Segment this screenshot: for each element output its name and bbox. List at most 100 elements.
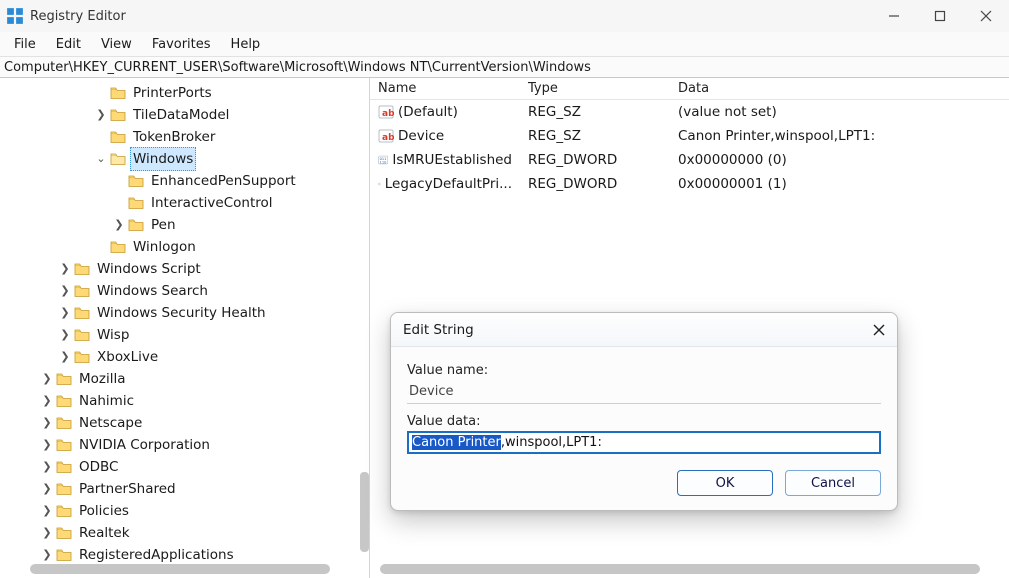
tree-item-label: Pen — [148, 214, 179, 236]
value-name: IsMRUEstablished — [392, 152, 512, 168]
expand-toggle[interactable]: ❯ — [40, 478, 54, 500]
expand-toggle[interactable]: ❯ — [40, 544, 54, 562]
tree-item[interactable]: ❯Nahimic — [0, 390, 369, 412]
expand-toggle[interactable]: ❯ — [58, 324, 72, 346]
string-value-icon: ab — [378, 104, 394, 120]
expand-toggle[interactable]: ❯ — [40, 434, 54, 456]
tree-item[interactable]: ❯ Pen — [0, 214, 369, 236]
list-row[interactable]: 011110LegacyDefaultPri...REG_DWORD0x0000… — [370, 172, 1009, 196]
tree-item[interactable]: ❯ Policies — [0, 500, 369, 522]
cancel-button[interactable]: Cancel — [785, 470, 881, 496]
folder-icon — [56, 526, 72, 540]
folder-icon — [74, 350, 90, 364]
app-title: Registry Editor — [30, 9, 126, 24]
value-data: Canon Printer,winspool,LPT1: — [670, 128, 1009, 144]
minimize-button[interactable] — [871, 0, 917, 32]
dialog-title: Edit String — [403, 322, 474, 338]
expand-toggle[interactable]: ❯ — [94, 104, 108, 126]
tree-item[interactable]: ❯Mozilla — [0, 368, 369, 390]
tree-item[interactable]: ❯Windows Security Health — [0, 302, 369, 324]
tree-item-label: RegisteredApplications — [76, 544, 237, 562]
menubar: File Edit View Favorites Help — [0, 32, 1009, 56]
menu-edit[interactable]: Edit — [48, 35, 89, 54]
tree-item[interactable]: ❯ RegisteredApplications — [0, 544, 369, 562]
tree-item[interactable]: EnhancedPenSupport — [0, 170, 369, 192]
tree-item-label: Windows Search — [94, 280, 211, 302]
tree-item-label: Policies — [76, 500, 132, 522]
value-type: REG_SZ — [520, 128, 670, 144]
column-type[interactable]: Type — [520, 81, 670, 96]
tree-item[interactable]: PrinterPorts — [0, 82, 369, 104]
tree-item-label: PartnerShared — [76, 478, 179, 500]
svg-text:110: 110 — [380, 160, 388, 164]
maximize-button[interactable] — [917, 0, 963, 32]
menu-help[interactable]: Help — [223, 35, 269, 54]
expand-toggle[interactable]: ❯ — [40, 456, 54, 478]
tree-item-label: Netscape — [76, 412, 145, 434]
folder-icon — [56, 504, 72, 518]
expand-toggle[interactable]: ❯ — [40, 500, 54, 522]
menu-view[interactable]: View — [93, 35, 140, 54]
expand-toggle[interactable]: ❯ — [58, 280, 72, 302]
tree-item-label: XboxLive — [94, 346, 161, 368]
tree-item[interactable]: InteractiveControl — [0, 192, 369, 214]
folder-icon — [56, 460, 72, 474]
list-hscrollbar[interactable] — [380, 564, 980, 574]
tree-scrollbar[interactable] — [360, 472, 369, 552]
expand-toggle[interactable]: ❯ — [40, 390, 54, 412]
tree-item[interactable]: ❯NVIDIA Corporation — [0, 434, 369, 456]
tree-hscrollbar[interactable] — [30, 564, 330, 574]
close-button[interactable] — [963, 0, 1009, 32]
ok-button[interactable]: OK — [677, 470, 773, 496]
expand-toggle[interactable]: ❯ — [58, 258, 72, 280]
menu-favorites[interactable]: Favorites — [144, 35, 219, 54]
expand-toggle[interactable]: ❯ — [40, 522, 54, 544]
folder-icon — [74, 262, 90, 276]
tree-item-label: TileDataModel — [130, 104, 232, 126]
titlebar: Registry Editor — [0, 0, 1009, 32]
folder-icon — [74, 328, 90, 342]
tree-item-label: Windows — [130, 147, 196, 171]
tree-item[interactable]: ❯ Windows Search — [0, 280, 369, 302]
list-row[interactable]: ab(Default)REG_SZ(value not set) — [370, 100, 1009, 124]
expand-toggle[interactable]: ❯ — [112, 214, 126, 236]
expand-toggle[interactable]: ❯ — [58, 302, 72, 324]
folder-icon — [56, 394, 72, 408]
tree-item-label: Windows Script — [94, 258, 204, 280]
tree-item[interactable]: ❯Wisp — [0, 324, 369, 346]
folder-icon — [56, 438, 72, 452]
tree-item-label: Realtek — [76, 522, 133, 544]
tree-item[interactable]: ❯ Netscape — [0, 412, 369, 434]
tree-item[interactable]: ❯ Realtek — [0, 522, 369, 544]
tree-item[interactable]: ❯ XboxLive — [0, 346, 369, 368]
menu-file[interactable]: File — [6, 35, 44, 54]
tree-item-label: ODBC — [76, 456, 121, 478]
expand-toggle[interactable]: ⌄ — [94, 148, 108, 170]
tree-pane: PrinterPorts ❯ TileDataModelTokenBroker⌄ Wi… — [0, 78, 370, 578]
folder-icon — [110, 152, 126, 166]
dialog-close-button[interactable] — [873, 324, 885, 336]
svg-text:ab: ab — [382, 109, 394, 119]
value-data-input[interactable]: Canon Printer,winspool,LPT1: — [407, 431, 881, 454]
folder-icon — [110, 240, 126, 254]
column-name[interactable]: Name — [370, 81, 520, 96]
tree-item-label: PrinterPorts — [130, 82, 215, 104]
folder-icon — [128, 218, 144, 232]
tree-item[interactable]: ❯ ODBC — [0, 456, 369, 478]
tree-item-selected[interactable]: ⌄ Windows — [0, 148, 369, 170]
dword-value-icon: 011110 — [378, 152, 388, 168]
tree-item[interactable]: Winlogon — [0, 236, 369, 258]
expand-toggle[interactable]: ❯ — [40, 368, 54, 390]
folder-icon — [56, 482, 72, 496]
expand-toggle[interactable]: ❯ — [40, 412, 54, 434]
tree-item[interactable]: ❯ Windows Script — [0, 258, 369, 280]
list-row[interactable]: abDeviceREG_SZCanon Printer,winspool,LPT… — [370, 124, 1009, 148]
list-row[interactable]: 011110IsMRUEstablishedREG_DWORD0x0000000… — [370, 148, 1009, 172]
value-type: REG_DWORD — [520, 152, 670, 168]
expand-toggle[interactable]: ❯ — [58, 346, 72, 368]
tree-item[interactable]: ❯ PartnerShared — [0, 478, 369, 500]
tree-item[interactable]: ❯ TileDataModel — [0, 104, 369, 126]
address-bar[interactable]: Computer\HKEY_CURRENT_USER\Software\Micr… — [0, 56, 1009, 78]
column-data[interactable]: Data — [670, 81, 1009, 96]
tree-item[interactable]: TokenBroker — [0, 126, 369, 148]
